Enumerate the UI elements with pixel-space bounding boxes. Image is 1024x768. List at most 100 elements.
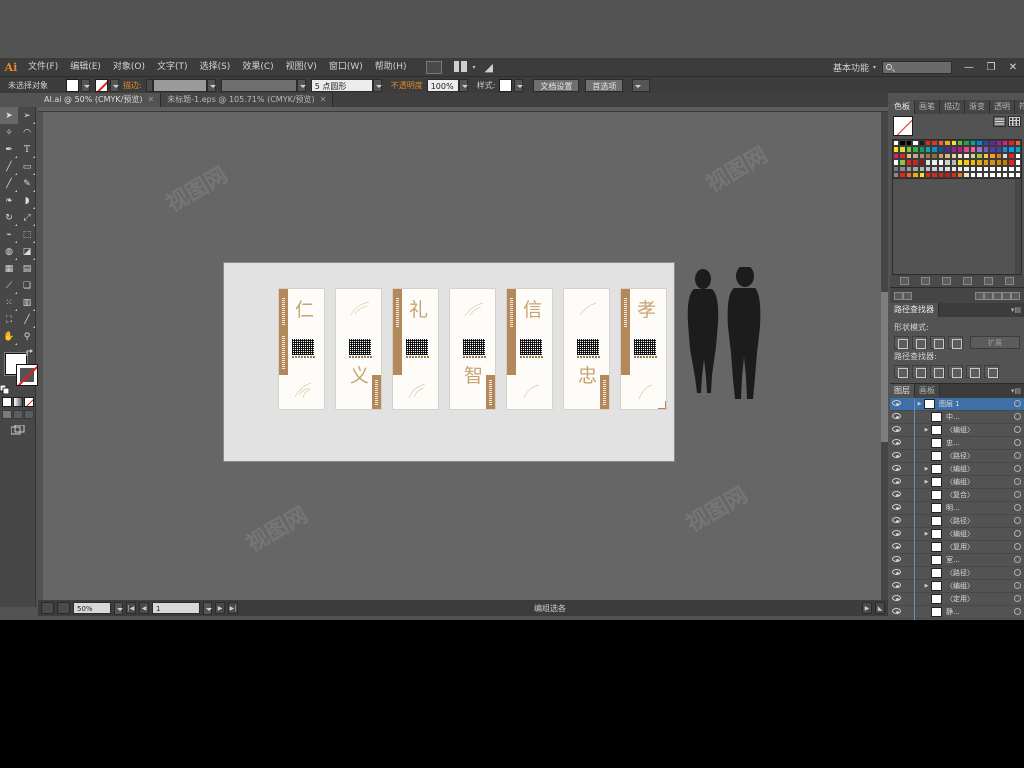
target-indicator-icon[interactable] [1010, 464, 1024, 474]
banner-item[interactable]: 忠 [564, 289, 609, 409]
last-artboard-button[interactable]: ▶| [228, 602, 238, 614]
artboard[interactable]: 仁 义 礼 智 信 忠 孝 [224, 263, 674, 461]
target-indicator-icon[interactable] [1010, 503, 1024, 513]
expand-triangle-icon[interactable]: ▶ [915, 401, 924, 407]
layer-row[interactable]: ▶ 〈编组〉 [890, 527, 1024, 542]
screen-mode-button[interactable] [0, 425, 35, 436]
layer-row[interactable]: 室... [890, 553, 1024, 568]
banner-item[interactable]: 仁 [279, 289, 324, 409]
artboard-nav-icon[interactable] [41, 602, 54, 614]
scrollbar-thumb[interactable] [1015, 179, 1021, 275]
status-resize-icon[interactable]: ◣ [875, 602, 885, 614]
stroke-profile-caret-icon[interactable] [296, 78, 306, 92]
minimize-button[interactable]: — [958, 59, 980, 76]
shape-builder-tool[interactable]: ◍ [0, 243, 18, 260]
banner-item[interactable]: 义 [336, 289, 381, 409]
graphic-style-caret-icon[interactable] [514, 78, 524, 92]
restore-button[interactable]: ❐ [980, 59, 1002, 76]
close-icon[interactable]: ✕ [147, 93, 154, 107]
visibility-toggle-icon[interactable] [890, 465, 903, 473]
menu-item-select[interactable]: 选择(S) [194, 58, 237, 76]
rotate-tool[interactable]: ↻ [0, 209, 18, 226]
target-indicator-icon[interactable] [1010, 516, 1024, 526]
visibility-toggle-icon[interactable] [890, 517, 903, 525]
arrange-caret-icon[interactable]: ▾ [473, 64, 482, 71]
document-setup-button[interactable]: 文档设置 [533, 78, 580, 92]
layer-row[interactable]: 〈路径〉 [890, 449, 1024, 464]
options-icon[interactable] [984, 291, 993, 300]
merge-button[interactable] [930, 365, 945, 379]
paintbrush-tool[interactable]: ╱ [0, 175, 18, 192]
swap-fill-stroke-icon[interactable] [26, 349, 35, 358]
draw-behind-button[interactable] [12, 410, 23, 419]
gradient-tool[interactable]: ▤ [18, 260, 36, 277]
trash-icon[interactable] [1011, 291, 1020, 300]
visibility-toggle-icon[interactable] [890, 569, 903, 577]
expand-triangle-icon[interactable]: ▶ [922, 531, 931, 537]
expand-triangle-icon[interactable]: ▶ [922, 583, 931, 589]
behance-icon[interactable]: ◢ [485, 61, 501, 74]
remove-brush-icon[interactable] [975, 291, 984, 300]
tab-pathfinder[interactable]: 路径查找器 [890, 303, 939, 318]
align-caret-icon[interactable] [632, 78, 651, 92]
target-indicator-icon[interactable] [1010, 529, 1024, 539]
lasso-tool[interactable]: ◠ [18, 124, 36, 141]
pen-tool[interactable]: ✒ [0, 141, 18, 158]
close-icon[interactable]: ✕ [320, 93, 327, 107]
prev-artboard-button[interactable]: ◀ [139, 602, 149, 614]
opacity-caret-icon[interactable] [458, 78, 468, 92]
visibility-toggle-icon[interactable] [890, 530, 903, 538]
swatch-options-icon[interactable] [942, 277, 951, 286]
width-tool[interactable]: ⌁ [0, 226, 18, 243]
selection-tool[interactable]: ➤ [0, 107, 18, 124]
menu-item-window[interactable]: 窗口(W) [323, 58, 369, 76]
layer-row[interactable]: 〈复用〉 [890, 540, 1024, 555]
status-menu-icon[interactable]: ▶ [862, 602, 872, 614]
workspace-switcher[interactable]: 基本功能 [829, 61, 873, 74]
tab-gradient[interactable]: 渐变 [965, 100, 990, 114]
divide-button[interactable] [894, 365, 909, 379]
fill-swatch[interactable] [66, 78, 79, 92]
new-brush-icon[interactable] [993, 291, 1002, 300]
current-swatch[interactable] [893, 116, 913, 136]
brush-libraries-icon[interactable] [894, 291, 903, 300]
swatch-libraries-icon[interactable] [900, 277, 909, 286]
libraries-icon[interactable] [903, 291, 912, 300]
column-graph-tool[interactable]: ▥ [18, 294, 36, 311]
tab-swatches[interactable]: 色板 [890, 100, 915, 114]
tab-brushes[interactable]: 画笔 [915, 100, 940, 114]
stroke-swatch[interactable] [95, 78, 108, 92]
visibility-toggle-icon[interactable] [890, 556, 903, 564]
stroke-weight-field[interactable] [152, 78, 207, 92]
target-indicator-icon[interactable] [1010, 412, 1024, 422]
visibility-toggle-icon[interactable] [890, 491, 903, 499]
target-indicator-icon[interactable] [1010, 555, 1024, 565]
direct-selection-tool[interactable]: ➢ [18, 107, 36, 124]
rectangle-tool[interactable]: ▭ [18, 158, 36, 175]
layer-row[interactable]: ▶ 图层 1 [890, 397, 1024, 412]
layer-row[interactable]: 〈路径〉 [890, 514, 1024, 529]
duplicate-icon[interactable] [1002, 291, 1011, 300]
search-input[interactable] [882, 60, 952, 74]
graphic-style-swatch[interactable] [499, 78, 513, 92]
layers-list[interactable]: ▶ 图层 1 中... ▶ 〈编组〉 忠... 〈路径〉 ▶ 〈编组〉 ▶ 〈编组〉 〈复合〉 明...… [890, 397, 1024, 633]
color-button[interactable] [1, 397, 12, 407]
target-indicator-icon[interactable] [1010, 594, 1024, 604]
swatches-scroll-area[interactable] [892, 179, 1022, 276]
intersect-button[interactable] [930, 336, 945, 350]
banner-item[interactable]: 智 [450, 289, 495, 409]
banner-item[interactable]: 孝 [621, 289, 666, 409]
minus-front-button[interactable] [912, 336, 927, 350]
layer-row[interactable]: ▶ 〈编组〉 [890, 475, 1024, 490]
vertical-scrollbar[interactable] [881, 112, 888, 607]
brush-definition-caret-icon[interactable] [372, 78, 382, 92]
expand-button[interactable]: 扩展 [970, 336, 1020, 350]
visibility-toggle-icon[interactable] [890, 439, 903, 447]
expand-triangle-icon[interactable]: ▶ [922, 427, 931, 433]
visibility-toggle-icon[interactable] [890, 478, 903, 486]
tab-artboards[interactable]: 画板 [915, 384, 940, 399]
canvas-area[interactable]: 视图网 视图网 视图网 视图网 视图网 仁 [43, 112, 888, 607]
first-artboard-button[interactable]: |◀ [126, 602, 136, 614]
free-transform-tool[interactable]: ⬚ [18, 226, 36, 243]
blob-brush-tool[interactable]: ❧ [0, 192, 18, 209]
